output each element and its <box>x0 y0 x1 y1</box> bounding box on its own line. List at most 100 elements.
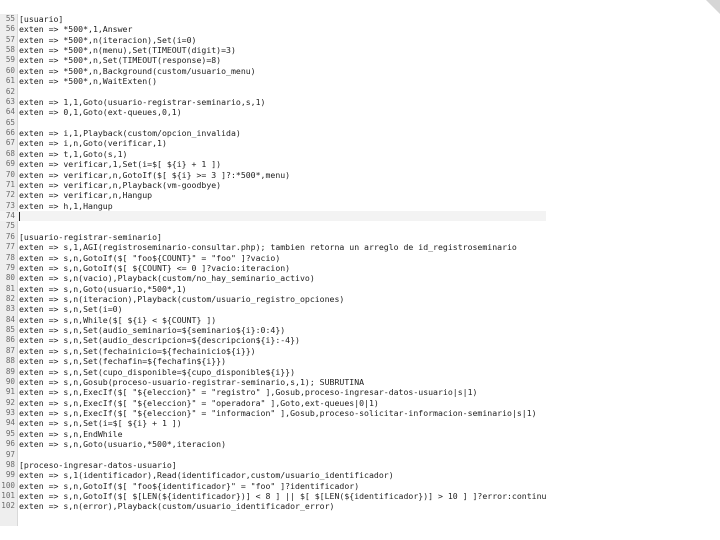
code-text[interactable]: [usuario] <box>19 14 63 24</box>
code-text[interactable]: exten => s,n,Set(fechafin=${fechafin${i}… <box>19 356 226 366</box>
code-text[interactable]: exten => s,n(vacio),Playback(custom/no_h… <box>19 273 315 283</box>
code-line[interactable]: 57 exten => *500*,n(iteracion),Set(i=0) <box>0 35 546 45</box>
code-line[interactable]: 64 exten => 0,1,Goto(ext-queues,0,1) <box>0 107 546 117</box>
code-line[interactable]: 102 exten => s,n(error),Playback(custom/u… <box>0 501 546 511</box>
code-text[interactable]: exten => *500*,n,WaitExten() <box>19 76 157 86</box>
code-text[interactable]: exten => verificar,1,Set(i=$[ ${i} + 1 ]… <box>19 159 221 169</box>
line-number: 78 <box>5 252 15 262</box>
code-text[interactable]: exten => s,n,GotoIf($[ $[LEN(${identific… <box>19 491 561 501</box>
code-text[interactable]: exten => *500*,1,Answer <box>19 24 132 34</box>
code-line[interactable]: 73 exten => h,1,Hangup <box>0 201 546 211</box>
code-line[interactable]: 99 exten => s,1(identificador),Read(ident… <box>0 470 546 480</box>
code-line[interactable]: 77 exten => s,1,AGI(registroseminario-con… <box>0 242 546 252</box>
code-line[interactable]: 82 exten => s,n(iteracion),Playback(custo… <box>0 294 546 304</box>
code-line[interactable]: 88 exten => s,n,Set(fechafin=${fechafin${… <box>0 356 546 366</box>
code-line[interactable]: 95 exten => s,n,EndWhile <box>0 429 546 439</box>
code-line[interactable]: 56 exten => *500*,1,Answer <box>0 24 546 34</box>
text-cursor <box>19 212 20 222</box>
code-text[interactable]: exten => s,n,Gosub(proceso-usuario-regis… <box>19 377 364 387</box>
code-line[interactable]: 63 exten => 1,1,Goto(usuario-registrar-se… <box>0 97 546 107</box>
code-text[interactable]: exten => s,1(identificador),Read(identif… <box>19 470 394 480</box>
code-line[interactable]: 74 <box>0 211 546 222</box>
code-line[interactable]: 72 exten => verificar,n,Hangup <box>0 190 546 200</box>
code-line[interactable]: 85 exten => s,n,Set(audio_seminario=${sem… <box>0 325 546 335</box>
code-text[interactable]: exten => s,n,ExecIf($[ "${eleccion}" = "… <box>19 408 537 418</box>
code-line[interactable]: 84 exten => s,n,While($[ ${i} < ${COUNT} … <box>0 315 546 325</box>
code-line[interactable]: 94 exten => s,n,Set(i=$[ ${i} + 1 ]) <box>0 418 546 428</box>
code-line[interactable]: 92 exten => s,n,ExecIf($[ "${eleccion}" =… <box>0 398 546 408</box>
code-line[interactable]: 87 exten => s,n,Set(fechainicio=${fechain… <box>0 346 546 356</box>
code-text[interactable]: exten => s,n(iteracion),Playback(custom/… <box>19 294 344 304</box>
code-text[interactable]: exten => 1,1,Goto(usuario-registrar-semi… <box>19 97 265 107</box>
code-text[interactable]: exten => s,n,ExecIf($[ "${eleccion}" = "… <box>19 398 379 408</box>
line-number: 83 <box>5 304 15 314</box>
code-text[interactable]: exten => *500*,n,Set(TIMEOUT(response)=8… <box>19 55 221 65</box>
code-line[interactable]: 93 exten => s,n,ExecIf($[ "${eleccion}" =… <box>0 408 546 418</box>
code-text[interactable]: exten => s,n,Set(cupo_disponible=${cupo_… <box>19 367 295 377</box>
code-line[interactable]: 80 exten => s,n(vacio),Playback(custom/no… <box>0 273 546 283</box>
code-line[interactable]: 59 exten => *500*,n,Set(TIMEOUT(response)… <box>0 55 546 65</box>
code-text[interactable]: exten => i,1,Playback(custom/opcion_inva… <box>19 128 241 138</box>
code-line[interactable]: 97 <box>0 450 546 460</box>
code-line[interactable]: 79 exten => s,n,GotoIf($[ ${COUNT} <= 0 ]… <box>0 263 546 273</box>
code-line[interactable]: 66 exten => i,1,Playback(custom/opcion_in… <box>0 128 546 138</box>
code-text[interactable]: exten => s,n,EndWhile <box>19 429 123 439</box>
code-line[interactable]: 100 exten => s,n,GotoIf($[ "foo${identifi… <box>0 481 546 491</box>
code-line[interactable]: 70 exten => verificar,n,GotoIf($[ ${i} >=… <box>0 170 546 180</box>
code-text[interactable]: exten => s,n,ExecIf($[ "${eleccion}" = "… <box>19 387 477 397</box>
code-text[interactable]: [usuario-registrar-seminario] <box>19 232 162 242</box>
code-line[interactable]: 78 exten => s,n,GotoIf($[ "foo${COUNT}" =… <box>0 253 546 263</box>
code-text[interactable]: [proceso-ingresar-datos-usuario] <box>19 460 177 470</box>
code-line[interactable]: 61 exten => *500*,n,WaitExten() <box>0 76 546 86</box>
code-line[interactable]: 86 exten => s,n,Set(audio_descripcion=${d… <box>0 335 546 345</box>
code-line[interactable]: 69 exten => verificar,1,Set(i=$[ ${i} + 1… <box>0 159 546 169</box>
code-text[interactable]: exten => s,n(error),Playback(custom/usua… <box>19 501 334 511</box>
code-line[interactable]: 68 exten => t,1,Goto(s,1) <box>0 149 546 159</box>
code-text[interactable]: exten => *500*,n(menu),Set(TIMEOUT(digit… <box>19 45 236 55</box>
code-text[interactable]: exten => s,n,Goto(usuario,*500*,1) <box>19 284 187 294</box>
code-text[interactable]: exten => s,n,Set(fechainicio=${fechainic… <box>19 346 256 356</box>
code-line[interactable]: 81 exten => s,n,Goto(usuario,*500*,1) <box>0 284 546 294</box>
code-line[interactable]: 76 [usuario-registrar-seminario] <box>0 232 546 242</box>
code-line[interactable]: 96 exten => s,n,Goto(usuario,*500*,iterac… <box>0 439 546 449</box>
code-line[interactable]: 75 <box>0 221 546 231</box>
code-text[interactable]: exten => s,n,Goto(usuario,*500*,iteracio… <box>19 439 226 449</box>
code-text[interactable]: exten => s,n,GotoIf($[ "foo${COUNT}" = "… <box>19 253 280 263</box>
line-number: 102 <box>1 501 15 511</box>
code-line[interactable]: 89 exten => s,n,Set(cupo_disponible=${cup… <box>0 367 546 377</box>
line-number: 90 <box>5 376 15 386</box>
code-line[interactable]: 90 exten => s,n,Gosub(proceso-usuario-reg… <box>0 377 546 387</box>
code-line[interactable]: 58 exten => *500*,n(menu),Set(TIMEOUT(dig… <box>0 45 546 55</box>
code-line[interactable]: 83 exten => s,n,Set(i=0) <box>0 304 546 314</box>
code-line[interactable]: 55 [usuario] <box>0 14 546 24</box>
code-text[interactable]: exten => s,n,Set(i=0) <box>19 304 123 314</box>
code-text[interactable]: exten => h,1,Hangup <box>19 201 113 211</box>
code-line[interactable]: 62 <box>0 87 546 97</box>
code-text[interactable]: exten => verificar,n,Hangup <box>19 190 152 200</box>
code-text[interactable]: exten => s,n,GotoIf($[ ${COUNT} <= 0 ]?v… <box>19 263 290 273</box>
corner-fold-icon <box>706 0 720 14</box>
code-line[interactable]: 67 exten => i,n,Goto(verificar,1) <box>0 138 546 148</box>
code-text[interactable]: exten => s,n,GotoIf($[ "foo${identificad… <box>19 481 359 491</box>
code-text[interactable]: exten => *500*,n,Background(custom/usuar… <box>19 66 256 76</box>
code-line[interactable]: 60 exten => *500*,n,Background(custom/usu… <box>0 66 546 76</box>
code-text[interactable]: exten => s,n,Set(audio_seminario=${semin… <box>19 325 285 335</box>
code-text[interactable]: exten => s,n,Set(i=$[ ${i} + 1 ]) <box>19 418 182 428</box>
code-line[interactable]: 91 exten => s,n,ExecIf($[ "${eleccion}" =… <box>0 387 546 397</box>
code-text[interactable]: exten => s,n,Set(audio_descripcion=${des… <box>19 335 300 345</box>
code-text[interactable]: exten => s,n,While($[ ${i} < ${COUNT} ]) <box>19 315 216 325</box>
code-text[interactable]: exten => verificar,n,Playback(vm-goodbye… <box>19 180 221 190</box>
code-text[interactable]: exten => i,n,Goto(verificar,1) <box>19 138 167 148</box>
code-text[interactable]: exten => s,1,AGI(registroseminario-consu… <box>19 242 517 252</box>
code-text[interactable]: exten => *500*,n(iteracion),Set(i=0) <box>19 35 196 45</box>
code-text[interactable]: exten => 0,1,Goto(ext-queues,0,1) <box>19 107 182 117</box>
code-line[interactable]: 65 <box>0 118 546 128</box>
code-text[interactable]: exten => t,1,Goto(s,1) <box>19 149 127 159</box>
code-line[interactable]: 98 [proceso-ingresar-datos-usuario] <box>0 460 546 470</box>
line-number: 87 <box>5 345 15 355</box>
code-line[interactable]: 71 exten => verificar,n,Playback(vm-goodb… <box>0 180 546 190</box>
code-editor[interactable]: 55 [usuario] 56 exten => *500*,1,Answer 57 ex… <box>0 14 561 526</box>
line-number: 56 <box>5 24 15 34</box>
code-text[interactable]: exten => verificar,n,GotoIf($[ ${i} >= 3… <box>19 170 290 180</box>
code-line[interactable]: 101 exten => s,n,GotoIf($[ $[LEN(${identi… <box>0 491 561 501</box>
